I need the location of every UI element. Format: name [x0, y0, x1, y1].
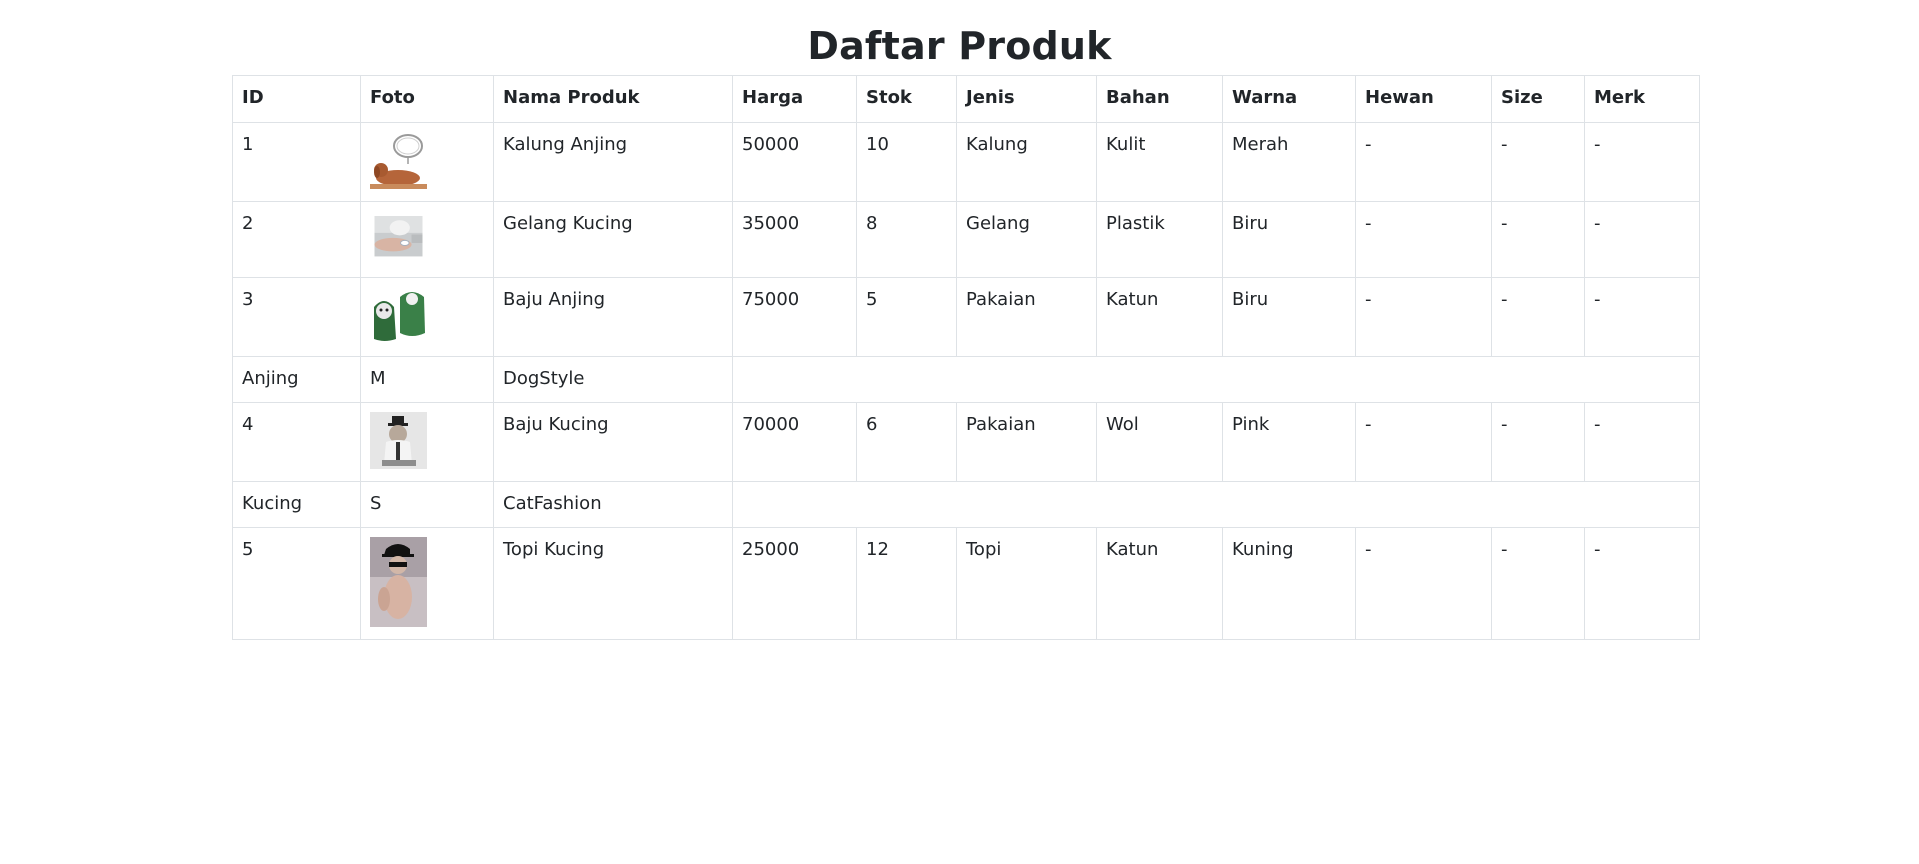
cell-empty [732, 356, 1700, 403]
header-bahan: Bahan [1096, 75, 1223, 123]
cell-extra-merk: CatFashion [493, 481, 733, 528]
dog-collar-photo [370, 132, 427, 189]
header-size: Size [1491, 75, 1585, 123]
table-row: 2 Gelang Kucing 35000 8 Gelang Plastik B… [232, 201, 1700, 278]
table-row-extra: Anjing M DogStyle [232, 356, 1700, 403]
cell-jenis: Topi [956, 527, 1097, 640]
cell-nama-produk: Baju Kucing [493, 402, 733, 482]
product-table: ID Foto Nama Produk Harga Stok Jenis Bah… [232, 75, 1700, 640]
cat-bracelet-photo [374, 216, 423, 257]
table-row-extra: Kucing S CatFashion [232, 481, 1700, 528]
cell-warna: Merah [1222, 122, 1356, 202]
cell-merk: - [1584, 201, 1700, 278]
header-merk: Merk [1584, 75, 1700, 123]
cell-extra-hewan: Kucing [232, 481, 361, 528]
cell-hewan: - [1355, 201, 1492, 278]
cell-id: 4 [232, 402, 361, 482]
cell-bahan: Kulit [1096, 122, 1223, 202]
cell-merk: - [1584, 402, 1700, 482]
cell-harga: 35000 [732, 201, 857, 278]
table-row: 5 Topi Kucing 25000 12 Topi Katun Kuning [232, 527, 1700, 640]
cat-clothes-photo [370, 412, 427, 469]
cell-warna: Kuning [1222, 527, 1356, 640]
cell-stok: 5 [856, 277, 957, 357]
header-nama-produk: Nama Produk [493, 75, 733, 123]
header-id: ID [232, 75, 361, 123]
table-row: 1 Kalung Anjing 50000 10 Kalung Kulit Me… [232, 122, 1700, 202]
header-hewan: Hewan [1355, 75, 1492, 123]
cell-harga: 50000 [732, 122, 857, 202]
cell-harga: 70000 [732, 402, 857, 482]
cell-bahan: Plastik [1096, 201, 1223, 278]
cell-foto [360, 201, 494, 278]
cell-id: 3 [232, 277, 361, 357]
cat-hat-photo [370, 537, 427, 627]
cell-warna: Biru [1222, 277, 1356, 357]
cell-stok: 6 [856, 402, 957, 482]
cell-bahan: Katun [1096, 277, 1223, 357]
table-header-row: ID Foto Nama Produk Harga Stok Jenis Bah… [232, 75, 1700, 123]
cell-warna: Biru [1222, 201, 1356, 278]
cell-hewan: - [1355, 402, 1492, 482]
cell-id: 1 [232, 122, 361, 202]
cell-bahan: Katun [1096, 527, 1223, 640]
cell-harga: 75000 [732, 277, 857, 357]
cell-size: - [1491, 201, 1585, 278]
page-title: Daftar Produk [807, 24, 1112, 68]
cell-extra-merk: DogStyle [493, 356, 733, 403]
cell-size: - [1491, 527, 1585, 640]
cell-nama-produk: Baju Anjing [493, 277, 733, 357]
cell-extra-size: S [360, 481, 494, 528]
table-row: 4 Baju Kucing 70000 6 Pakaian Wol Pink -… [232, 402, 1700, 482]
cell-foto [360, 277, 494, 357]
cell-nama-produk: Kalung Anjing [493, 122, 733, 202]
header-warna: Warna [1222, 75, 1356, 123]
cell-extra-size: M [360, 356, 494, 403]
cell-foto [360, 122, 494, 202]
cell-id: 2 [232, 201, 361, 278]
cell-stok: 12 [856, 527, 957, 640]
header-foto: Foto [360, 75, 494, 123]
header-stok: Stok [856, 75, 957, 123]
cell-jenis: Gelang [956, 201, 1097, 278]
cell-jenis: Pakaian [956, 402, 1097, 482]
cell-foto [360, 402, 494, 482]
dog-clothes-photo [370, 287, 427, 344]
cell-hewan: - [1355, 527, 1492, 640]
cell-nama-produk: Gelang Kucing [493, 201, 733, 278]
cell-size: - [1491, 402, 1585, 482]
cell-hewan: - [1355, 277, 1492, 357]
cell-nama-produk: Topi Kucing [493, 527, 733, 640]
cell-stok: 10 [856, 122, 957, 202]
header-jenis: Jenis [956, 75, 1097, 123]
cell-warna: Pink [1222, 402, 1356, 482]
header-harga: Harga [732, 75, 857, 123]
cell-id: 5 [232, 527, 361, 640]
cell-hewan: - [1355, 122, 1492, 202]
cell-bahan: Wol [1096, 402, 1223, 482]
table-row: 3 Baju Anjing 75000 5 Pakaian Katun Biru… [232, 277, 1700, 357]
cell-merk: - [1584, 122, 1700, 202]
cell-merk: - [1584, 527, 1700, 640]
cell-size: - [1491, 122, 1585, 202]
cell-jenis: Pakaian [956, 277, 1097, 357]
cell-stok: 8 [856, 201, 957, 278]
cell-foto [360, 527, 494, 640]
cell-size: - [1491, 277, 1585, 357]
cell-extra-hewan: Anjing [232, 356, 361, 403]
cell-merk: - [1584, 277, 1700, 357]
cell-harga: 25000 [732, 527, 857, 640]
cell-empty [732, 481, 1700, 528]
cell-jenis: Kalung [956, 122, 1097, 202]
